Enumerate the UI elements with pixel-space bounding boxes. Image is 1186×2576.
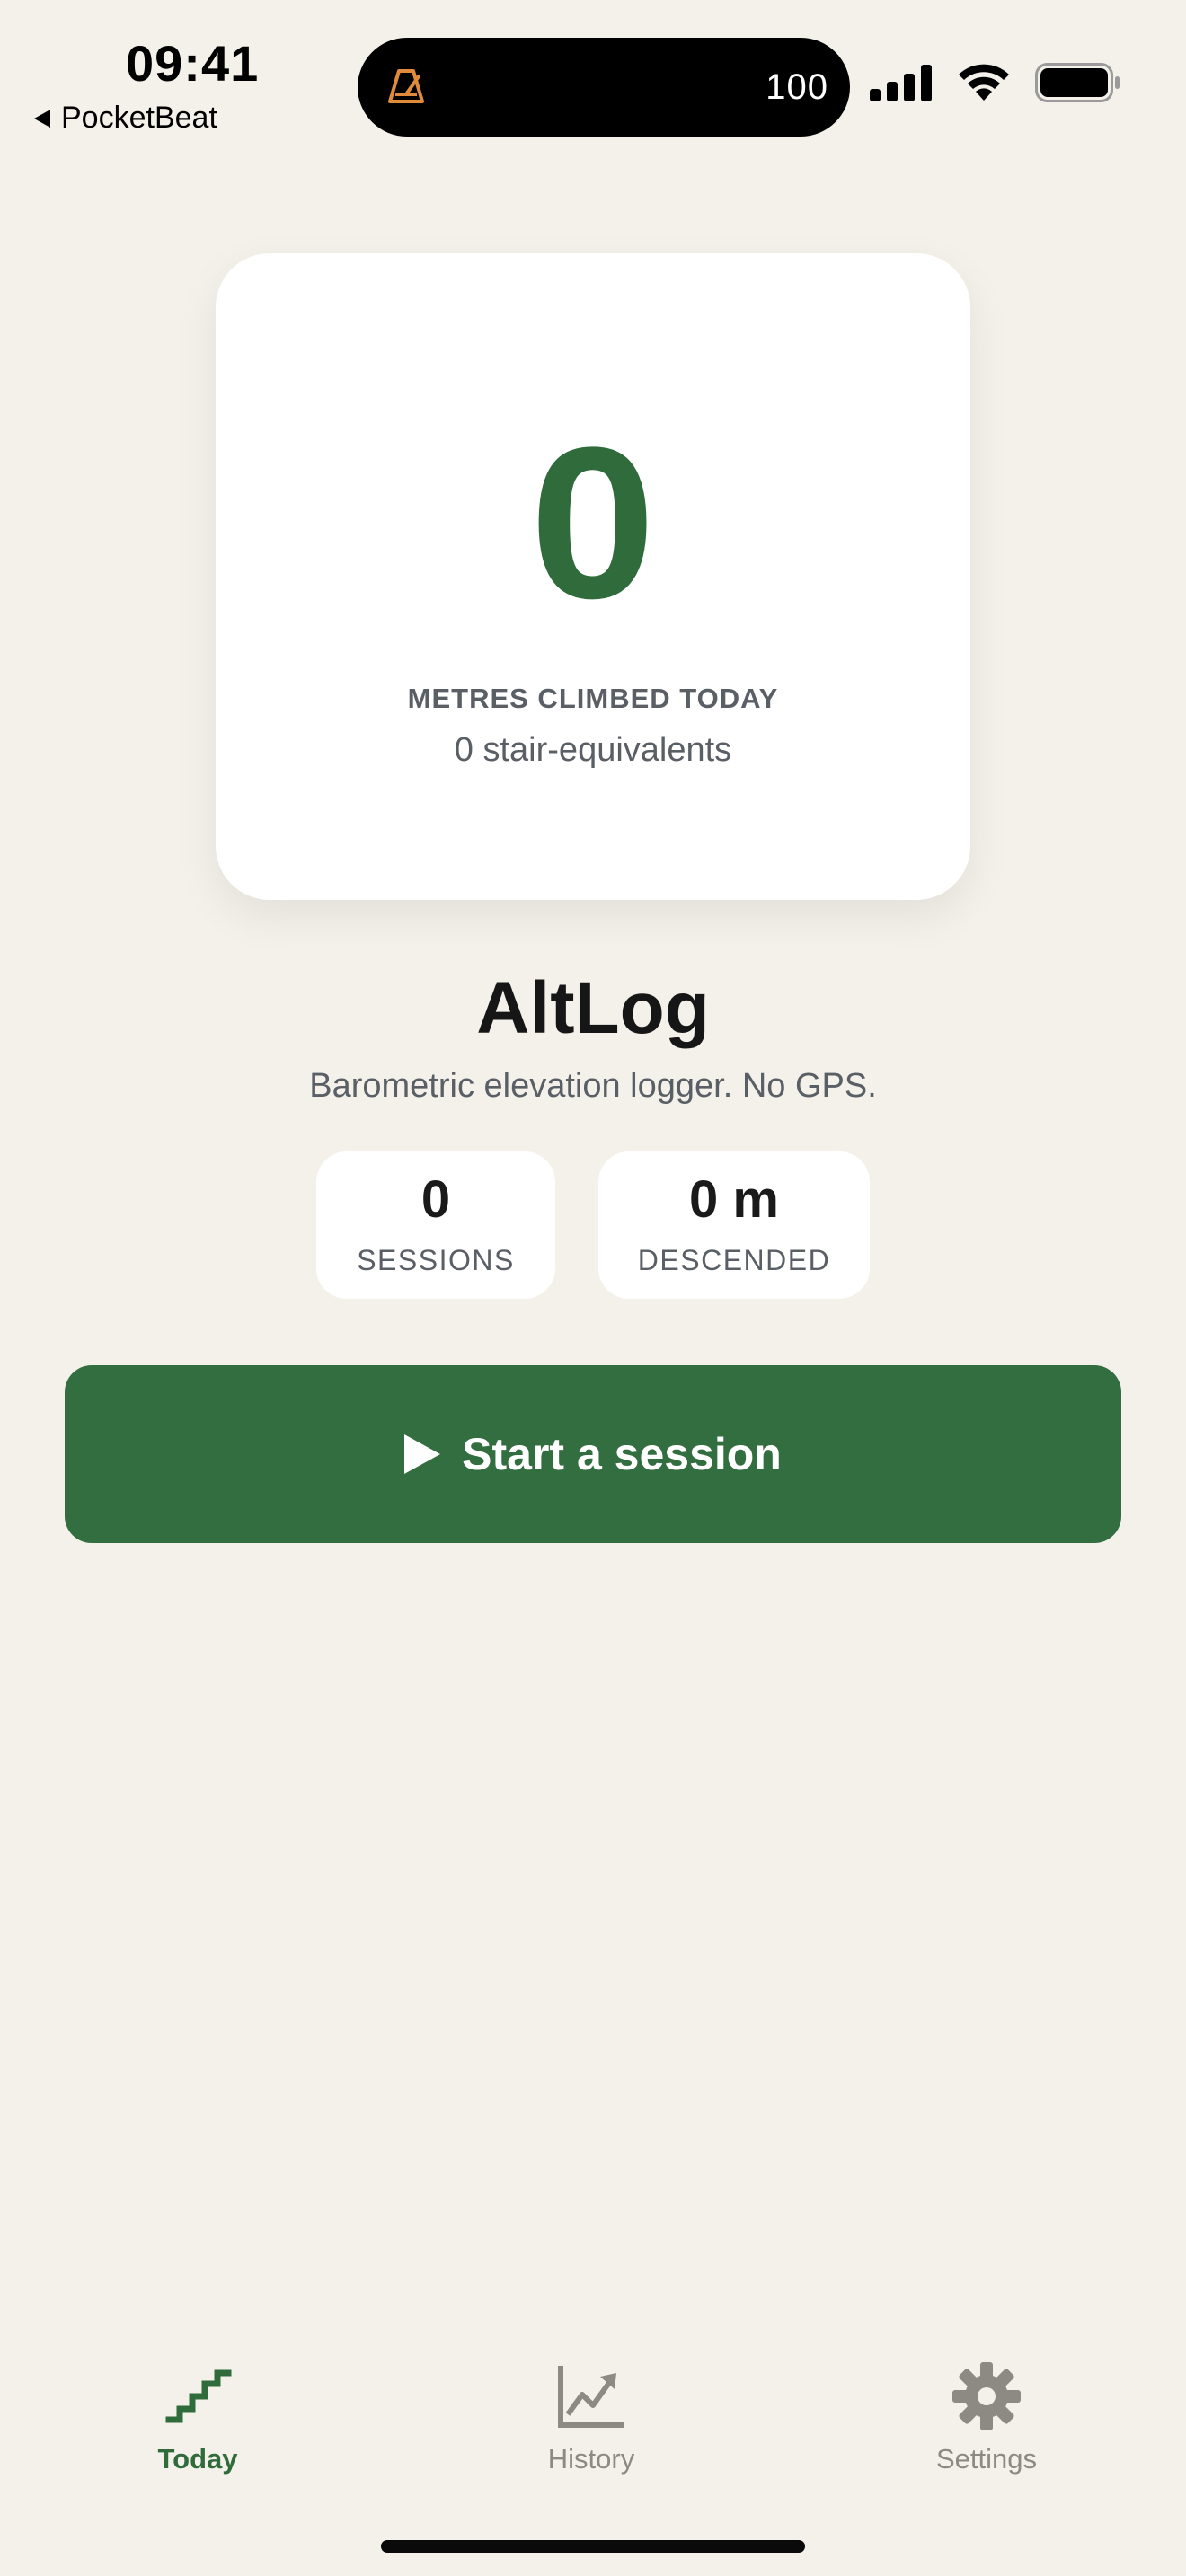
dynamic-island[interactable]: 100 [358,38,850,137]
descended-label: DESCENDED [637,1243,831,1276]
stair-equivalents-text: 0 stair-equivalents [454,731,732,769]
metronome-icon [388,69,424,103]
status-time: 09:41 [126,35,260,92]
play-icon [404,1434,441,1474]
tab-settings[interactable]: Settings [879,2360,1094,2475]
back-app-label: PocketBeat [61,101,217,135]
sessions-stat: 0 SESSIONS [316,1151,555,1299]
sessions-value: 0 [420,1169,451,1229]
tab-history[interactable]: History [483,2360,699,2475]
start-session-label: Start a session [462,1429,782,1479]
start-session-button[interactable]: Start a session [65,1365,1121,1543]
cellular-signal-icon [870,65,932,101]
tab-today-label: Today [157,2443,238,2475]
tab-settings-label: Settings [935,2443,1037,2475]
chart-trend-icon [558,2366,624,2428]
island-value: 100 [766,66,828,107]
stairs-icon [165,2369,232,2423]
status-indicators [870,63,1121,102]
descended-value: 0 m [689,1169,779,1229]
app-title: AltLog [476,967,710,1049]
app-subtitle: Barometric elevation logger. No GPS. [309,1067,877,1105]
metres-climbed-label: METRES CLIMBED TODAY [407,683,779,714]
tab-history-label: History [547,2443,635,2475]
battery-icon [1035,63,1120,102]
screen: 09:41 PocketBeat 100 0 METRES CLIMBED TO… [0,0,1186,2576]
tab-today[interactable]: Today [90,2360,305,2475]
metres-climbed-card: 0 METRES CLIMBED TODAY 0 stair-equivalen… [216,253,970,900]
gear-icon [952,2362,1021,2430]
back-arrow-icon [34,109,50,128]
metres-climbed-value: 0 [529,402,657,643]
home-indicator[interactable] [381,2540,805,2553]
back-to-app-link[interactable]: PocketBeat [34,101,217,136]
sessions-label: SESSIONS [357,1243,515,1276]
wifi-icon [959,64,1009,101]
descended-stat: 0 m DESCENDED [598,1151,870,1299]
